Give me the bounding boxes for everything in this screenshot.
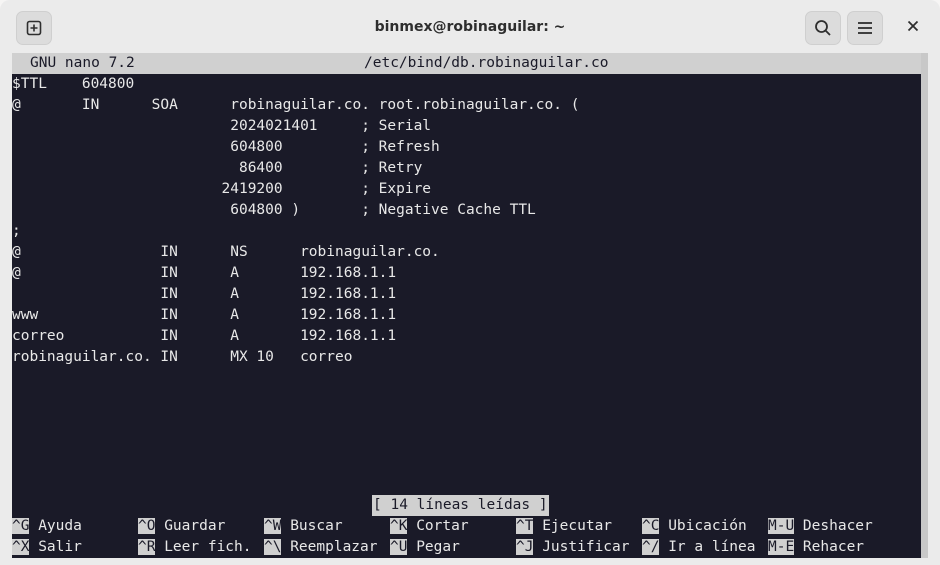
editor-line: robinaguilar.co. IN MX 10 correo (12, 349, 353, 365)
shortcut-item: ^O Guardar (138, 516, 225, 537)
editor-line: 604800 ; Refresh (12, 139, 440, 155)
shortcut-item: ^T Ejecutar (516, 516, 612, 537)
shortcut-key: ^J (516, 539, 534, 555)
shortcut-item: ^/ Ir a línea (642, 537, 756, 558)
shortcut-label: Rehacer (794, 539, 865, 555)
shortcut-key: ^O (138, 518, 156, 534)
editor-line: @ IN A 192.168.1.1 (12, 265, 397, 281)
shortcut-label: Salir (29, 539, 82, 555)
shortcut-item: M-U Deshacer (768, 516, 873, 537)
search-icon (814, 19, 832, 37)
shortcut-item: ^C Ubicación (642, 516, 747, 537)
editor-line: www IN A 192.168.1.1 (12, 307, 397, 323)
titlebar: binmex@robinaguilar: ~ (0, 0, 940, 53)
shortcut-key: ^T (516, 518, 534, 534)
terminal-area[interactable]: GNU nano 7.2 /etc/bind/db.robinaguilar.c… (12, 53, 928, 558)
shortcut-label: Buscar (281, 518, 343, 534)
shortcut-label: Leer fich. (155, 539, 252, 555)
shortcut-item: ^W Buscar (264, 516, 343, 537)
shortcut-key: ^W (264, 518, 282, 534)
shortcut-key: ^U (390, 539, 408, 555)
shortcut-key: ^/ (642, 539, 660, 555)
editor-line: $TTL 604800 (12, 76, 135, 92)
shortcut-key: ^K (390, 518, 408, 534)
close-button[interactable] (895, 11, 931, 45)
terminal-window: binmex@robinaguilar: ~ GNU nano 7.2 /etc… (0, 0, 940, 565)
window-title: binmex@robinaguilar: ~ (374, 18, 566, 35)
nano-header-bar: GNU nano 7.2 /etc/bind/db.robinaguilar.c… (12, 53, 921, 74)
editor-line: IN A 192.168.1.1 (12, 286, 397, 302)
search-button[interactable] (805, 11, 841, 45)
shortcut-key: ^X (12, 539, 30, 555)
status-message: [ 14 líneas leídas ] (372, 495, 549, 516)
new-tab-icon (26, 20, 42, 36)
shortcut-key: M-E (768, 539, 795, 555)
shortcut-key: ^\ (264, 539, 282, 555)
editor-line: @ IN SOA robinaguilar.co. root.robinagui… (12, 97, 580, 113)
shortcut-item: ^G Ayuda (12, 516, 82, 537)
shortcut-key: ^G (12, 518, 30, 534)
editor-line: @ IN NS robinaguilar.co. (12, 244, 440, 260)
shortcut-label: Ejecutar (533, 518, 613, 534)
shortcut-label: Pegar (407, 539, 460, 555)
shortcut-item: ^X Salir (12, 537, 82, 558)
editor-line: 2024021401 ; Serial (12, 118, 432, 134)
shortcut-item: ^K Cortar (390, 516, 469, 537)
editor-line: 2419200 ; Expire (12, 181, 432, 197)
editor-line: 604800 ) ; Negative Cache TTL (12, 202, 536, 218)
shortcut-key: M-U (768, 518, 795, 534)
shortcut-label: Ayuda (29, 518, 82, 534)
shortcut-label: Reemplazar (281, 539, 378, 555)
shortcut-item: ^\ Reemplazar (264, 537, 378, 558)
nano-filename: /etc/bind/db.robinaguilar.co (364, 55, 609, 71)
editor-line: ; (12, 223, 21, 239)
shortcut-label: Justificar (533, 539, 630, 555)
shortcut-key: ^C (642, 518, 660, 534)
new-tab-button[interactable] (16, 11, 52, 45)
shortcut-item: ^R Leer fich. (138, 537, 252, 558)
shortcut-label: Deshacer (794, 518, 873, 534)
shortcut-item: ^U Pegar (390, 537, 460, 558)
hamburger-menu-icon (857, 21, 873, 35)
shortcut-item: ^J Justificar (516, 537, 630, 558)
scrollbar[interactable] (921, 53, 928, 558)
shortcut-label: Cortar (407, 518, 469, 534)
editor-line: 86400 ; Retry (12, 160, 423, 176)
nano-version: GNU nano 7.2 (30, 55, 135, 71)
shortcut-key: ^R (138, 539, 156, 555)
shortcut-label: Ubicación (659, 518, 747, 534)
shortcut-label: Ir a línea (659, 539, 756, 555)
shortcut-item: M-E Rehacer (768, 537, 864, 558)
shortcut-label: Guardar (155, 518, 226, 534)
close-icon (907, 19, 919, 37)
main-menu-button[interactable] (847, 11, 883, 45)
editor-line: correo IN A 192.168.1.1 (12, 328, 397, 344)
